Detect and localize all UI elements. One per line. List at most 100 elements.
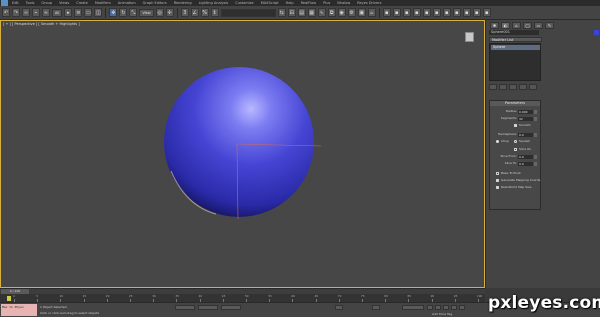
next-frame-icon[interactable]: [451, 305, 457, 310]
move-icon[interactable]: ✥: [109, 8, 118, 17]
curve-editor-icon[interactable]: ∿: [317, 8, 326, 17]
extra-tool-icon-3[interactable]: ▪: [402, 8, 411, 17]
lock-selection-icon[interactable]: [335, 305, 343, 310]
extra-tool-icon-4[interactable]: ▪: [412, 8, 421, 17]
extra-tool-icon-2[interactable]: ▪: [392, 8, 401, 17]
menu-plus[interactable]: Plus: [323, 1, 330, 5]
undo-icon[interactable]: ↶: [2, 8, 10, 17]
squash-radio[interactable]: [514, 140, 517, 143]
percent-snap-icon[interactable]: %: [200, 8, 209, 17]
menu-graph-editors[interactable]: Graph Editors: [143, 1, 167, 5]
slice-to-input[interactable]: 0.0: [518, 161, 533, 166]
remove-modifier-icon[interactable]: [519, 84, 527, 90]
bind-spacewarp-icon[interactable]: ≈: [42, 8, 50, 17]
trackbar-key[interactable]: [7, 296, 11, 301]
coordinate-z-field[interactable]: [221, 305, 241, 310]
redo-icon[interactable]: ↷: [12, 8, 20, 17]
chop-radio[interactable]: [496, 140, 499, 143]
extra-tool-icon-7[interactable]: ▪: [442, 8, 451, 17]
menu-maxscript[interactable]: MAXScript: [261, 1, 279, 5]
hemisphere-spinner[interactable]: [534, 132, 537, 137]
select-by-name-icon[interactable]: ≡: [74, 8, 83, 17]
menu-create[interactable]: Create: [76, 1, 88, 5]
hierarchy-tab-icon[interactable]: ⌂: [512, 22, 521, 29]
go-to-end-icon[interactable]: [459, 305, 465, 310]
object-color-swatch[interactable]: [594, 30, 599, 35]
pivot-icon[interactable]: ◎: [155, 8, 164, 17]
named-selection-sets-dropdown[interactable]: [220, 8, 276, 17]
auto-key-icon[interactable]: [372, 305, 380, 310]
modifier-list-dropdown[interactable]: Modifier List: [489, 37, 542, 42]
menu-customize[interactable]: Customize: [235, 1, 253, 5]
rect-selection-icon[interactable]: ▭: [84, 8, 93, 17]
material-editor-icon[interactable]: ◉: [337, 8, 346, 17]
menu-animation[interactable]: Animation: [118, 1, 136, 5]
extra-tool-icon-5[interactable]: ▪: [422, 8, 431, 17]
real-world-checkbox[interactable]: [496, 186, 499, 189]
menu-lighting-analysis[interactable]: Lighting Analysis: [199, 1, 229, 5]
make-unique-icon[interactable]: [509, 84, 517, 90]
menu-group[interactable]: Group: [41, 1, 52, 5]
gen-mapping-checkbox[interactable]: [496, 179, 499, 182]
menu-edit[interactable]: Edit: [12, 1, 19, 5]
mirror-icon[interactable]: ⇆: [277, 8, 286, 17]
add-time-tag[interactable]: Add Time Tag: [432, 312, 452, 316]
segments-spinner[interactable]: [534, 116, 537, 121]
stack-item-sphere[interactable]: Sphere: [491, 45, 540, 50]
segments-input[interactable]: 32: [518, 116, 533, 121]
angle-snap-icon[interactable]: ∠: [190, 8, 199, 17]
slice-from-spinner[interactable]: [534, 154, 537, 159]
menu-views[interactable]: Views: [59, 1, 69, 5]
reference-coordinate-dropdown[interactable]: View: [139, 8, 154, 17]
show-end-result-icon[interactable]: [499, 84, 507, 90]
select-object-icon[interactable]: ▸: [64, 8, 73, 17]
trackbar[interactable]: 0 5 10 15 20 25 30 35 40 45 50 55 60 65 70 75 80 85 90 95 10…: [0, 294, 485, 302]
smooth-checkbox[interactable]: [514, 124, 517, 127]
maxscript-listener[interactable]: Max to Physx: [1, 304, 37, 316]
parameters-rollout-title[interactable]: Parameters: [490, 101, 540, 106]
set-key-button[interactable]: [402, 305, 424, 310]
slice-to-spinner[interactable]: [534, 161, 537, 166]
menu-help[interactable]: Help: [286, 1, 294, 5]
unlink-icon[interactable]: ⌁: [32, 8, 40, 17]
render-setup-icon[interactable]: ⚙: [347, 8, 356, 17]
menu-realflow[interactable]: RealFlow: [301, 1, 317, 5]
modify-tab-icon[interactable]: ◐: [501, 22, 510, 29]
window-crossing-icon[interactable]: ◫: [94, 8, 103, 17]
radius-input[interactable]: 0.000: [518, 109, 533, 114]
menu-modifiers[interactable]: Modifiers: [95, 1, 111, 5]
coordinate-y-field[interactable]: [198, 305, 218, 310]
slice-on-checkbox[interactable]: [514, 148, 517, 151]
layer-manager-icon[interactable]: ▤: [297, 8, 306, 17]
pin-stack-icon[interactable]: [489, 84, 497, 90]
previous-frame-icon[interactable]: [435, 305, 441, 310]
create-tab-icon[interactable]: ✱: [490, 22, 499, 29]
object-name-field[interactable]: Sphere001: [489, 30, 539, 35]
extra-tool-icon-11[interactable]: ▪: [482, 8, 491, 17]
menu-rendering[interactable]: Rendering: [174, 1, 192, 5]
extra-tool-icon-8[interactable]: ▪: [452, 8, 461, 17]
rendered-frame-window-icon[interactable]: ▣: [357, 8, 366, 17]
modifier-stack[interactable]: Sphere: [489, 43, 541, 81]
viewport-canvas[interactable]: [1, 21, 484, 287]
extra-tool-icon-1[interactable]: ▪: [382, 8, 391, 17]
hemisphere-input[interactable]: 0.0: [518, 132, 533, 137]
menu-tools[interactable]: Tools: [26, 1, 35, 5]
extra-tool-icon-6[interactable]: ▪: [432, 8, 441, 17]
coordinate-x-field[interactable]: [175, 305, 195, 310]
align-icon[interactable]: ⊟: [287, 8, 296, 17]
link-icon[interactable]: ∞: [22, 8, 30, 17]
display-tab-icon[interactable]: ▭: [534, 22, 543, 29]
scale-icon[interactable]: ⤡: [129, 8, 138, 17]
spinner-snap-icon[interactable]: ⇕: [210, 8, 219, 17]
radius-spinner[interactable]: [534, 109, 537, 114]
selection-filter-dropdown[interactable]: All: [52, 8, 63, 17]
graphite-ribbon-icon[interactable]: ▦: [307, 8, 316, 17]
sphere-object[interactable]: [164, 67, 314, 217]
perspective-viewport[interactable]: [ + ] [ Perspective ] [ Smooth + Highlig…: [0, 20, 485, 288]
utilities-tab-icon[interactable]: ✎: [545, 22, 554, 29]
play-icon[interactable]: [443, 305, 449, 310]
schematic-view-icon[interactable]: ⧉: [327, 8, 336, 17]
extra-tool-icon-9[interactable]: ▪: [462, 8, 471, 17]
viewport-label[interactable]: [ + ] [ Perspective ] [ Smooth + Highlig…: [3, 22, 80, 26]
